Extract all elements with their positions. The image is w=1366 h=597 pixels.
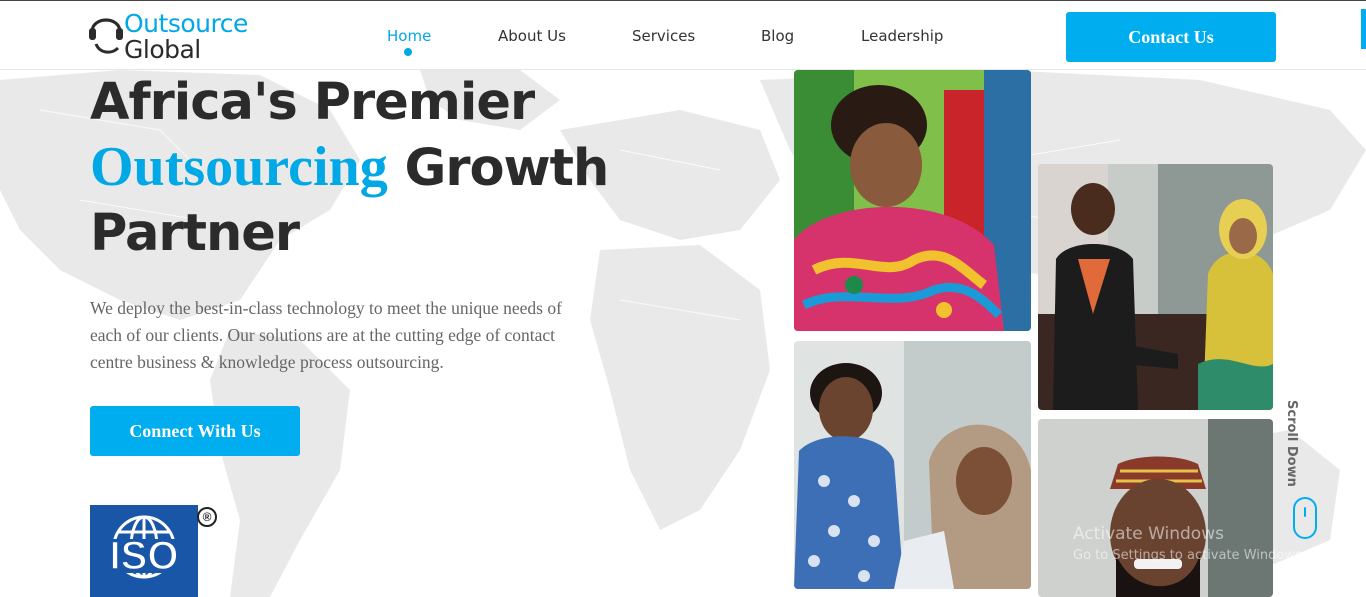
nav-item-blog[interactable]: Blog	[761, 27, 794, 45]
activate-windows-watermark: Activate Windows	[1073, 524, 1224, 544]
connect-with-us-button[interactable]: Connect With Us	[90, 406, 300, 456]
iso-certification-logo: ISO	[90, 505, 198, 597]
nav-item-services[interactable]: Services	[632, 27, 695, 45]
iso-text: ISO	[110, 534, 179, 578]
headset-logo-icon	[89, 18, 123, 54]
nav-item-home[interactable]: Home	[387, 27, 431, 45]
scroll-down-label: Scroll Down	[1284, 400, 1299, 487]
activate-windows-hint: Go to Settings to activate Windows.	[1073, 548, 1306, 563]
hero-title-line1: Africa's Premier	[90, 73, 535, 132]
contact-us-button[interactable]: Contact Us	[1066, 12, 1276, 62]
photo-call-center-agent	[794, 70, 1031, 331]
registered-mark: ®	[197, 507, 217, 527]
hero-title-line2-rest: Growth	[404, 139, 609, 198]
brand-name-line2: Global	[124, 35, 201, 64]
top-navigation: Outsource Global Home About Us Services …	[0, 0, 1366, 70]
edge-accent-bar	[1361, 9, 1366, 49]
brand-logo[interactable]: Outsource Global	[88, 8, 263, 64]
photo-meeting	[1038, 164, 1273, 410]
mouse-scroll-icon[interactable]	[1293, 497, 1317, 539]
nav-item-leadership[interactable]: Leadership	[861, 27, 943, 45]
photo-colleagues-laughing	[794, 341, 1031, 589]
hero-title: Africa's Premier Outsourcing Growth Part…	[90, 70, 630, 266]
brand-name-line1: Outsource	[124, 9, 248, 38]
active-indicator-dot	[404, 48, 412, 56]
hero-title-line3: Partner	[90, 204, 300, 263]
nav-item-about-us[interactable]: About Us	[498, 27, 566, 45]
hero-description: We deploy the best-in-class technology t…	[90, 298, 562, 372]
globe-icon: ISO	[98, 515, 190, 579]
photo-man-in-cap	[1038, 419, 1273, 597]
hero-title-highlight: Outsourcing	[90, 136, 388, 198]
